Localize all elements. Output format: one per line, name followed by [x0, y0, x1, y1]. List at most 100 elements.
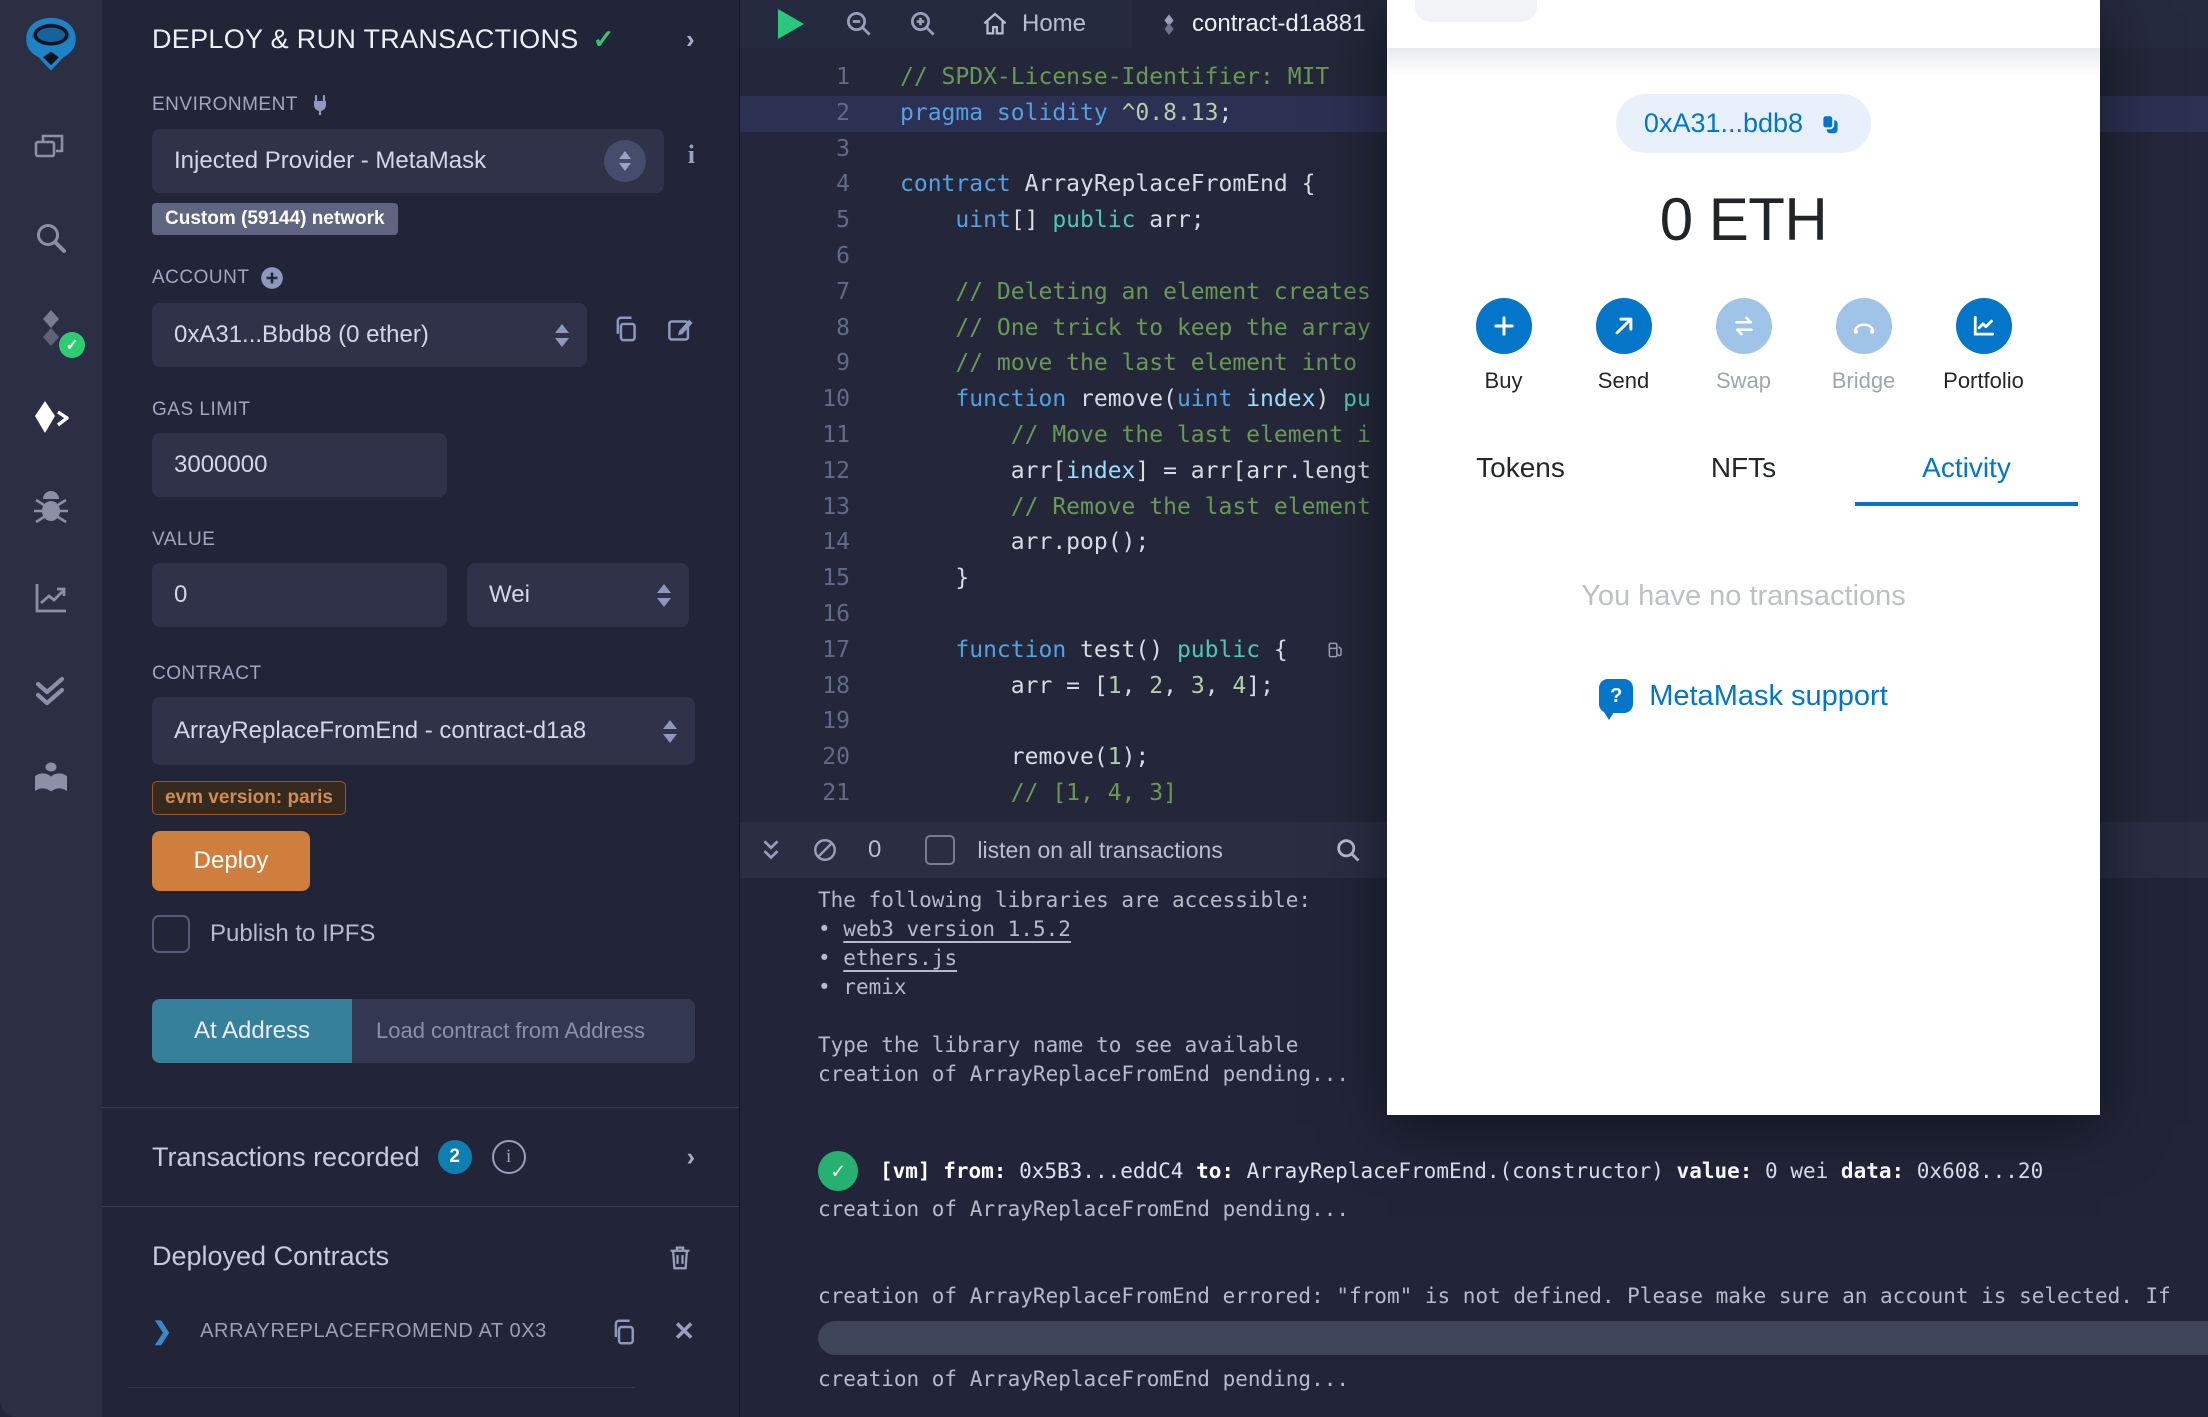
line-number: 19: [822, 708, 850, 735]
terminal-scrollbar[interactable]: [818, 1321, 2208, 1355]
line-number: 13: [822, 493, 850, 520]
expand-terminal-icon[interactable]: [758, 837, 784, 863]
at-address-button[interactable]: At Address: [152, 999, 352, 1063]
transactions-expand-icon[interactable]: [687, 1143, 695, 1172]
solidity-file-icon: [1164, 14, 1174, 35]
deployed-contract-name: ARRAYREPLACEFROMEND AT 0X3: [200, 1320, 547, 1342]
gas-estimate-icon: [1326, 640, 1346, 660]
line-number: 14: [822, 529, 850, 556]
line-number: 11: [822, 421, 850, 448]
tab-home[interactable]: Home: [980, 0, 1112, 48]
line-number: 6: [836, 242, 850, 269]
add-account-icon[interactable]: [259, 265, 285, 291]
value-input[interactable]: 0: [152, 563, 447, 627]
tab-nfts[interactable]: NFTs: [1632, 452, 1855, 506]
divider: [102, 1107, 739, 1108]
clear-terminal-icon[interactable]: [812, 837, 838, 863]
sign-message-icon[interactable]: [665, 314, 695, 344]
contract-label: CONTRACT: [152, 663, 262, 684]
publish-ipfs-checkbox[interactable]: [152, 915, 190, 953]
home-icon: [983, 12, 1007, 35]
metamask-support-link[interactable]: MetaMask support: [1387, 679, 2100, 720]
zoom-in-icon[interactable]: [908, 9, 938, 39]
buy-button[interactable]: Buy: [1460, 298, 1548, 394]
expand-contract-icon[interactable]: [152, 1317, 172, 1346]
line-number: 16: [822, 600, 850, 627]
value-label: VALUE: [152, 529, 216, 550]
bridge-icon: [1835, 298, 1892, 354]
listen-all-label: listen on all transactions: [977, 836, 1223, 863]
send-arrow-icon: [1595, 298, 1652, 354]
tab-tokens[interactable]: Tokens: [1409, 452, 1632, 506]
environment-value: Injected Provider - MetaMask: [174, 147, 487, 174]
panel-check-icon: [593, 24, 615, 55]
listen-all-checkbox[interactable]: [925, 835, 956, 865]
zoom-out-icon[interactable]: [844, 9, 874, 39]
line-number: 5: [836, 207, 850, 234]
debugger-icon[interactable]: [27, 484, 75, 532]
account-label: ACCOUNT: [152, 267, 250, 288]
analytics-icon[interactable]: [27, 574, 75, 622]
line-number: 18: [822, 672, 850, 699]
transactions-info-icon[interactable]: [491, 1140, 526, 1174]
line-number: 7: [836, 278, 850, 305]
divider: [128, 1387, 635, 1388]
gas-limit-value: 3000000: [174, 451, 268, 478]
metamask-actions: Buy Send Swap Bridge Portfolio: [1387, 298, 2100, 394]
remove-contract-icon[interactable]: [673, 1316, 695, 1347]
file-explorer-icon[interactable]: [27, 124, 75, 172]
network-pill[interactable]: [1415, 0, 1537, 22]
deploy-run-panel: DEPLOY & RUN TRANSACTIONS ENVIRONMENT In…: [102, 0, 740, 1417]
portfolio-chart-icon: [1955, 298, 2012, 354]
at-address-input[interactable]: Load contract from Address: [352, 999, 695, 1063]
environment-info-icon[interactable]: [688, 140, 695, 170]
network-badge: Custom (59144) network: [152, 203, 398, 235]
swap-button[interactable]: Swap: [1700, 298, 1788, 394]
deployed-contract-row[interactable]: ARRAYREPLACEFROMEND AT 0X3: [152, 1316, 695, 1347]
solidity-compiler-icon[interactable]: [27, 304, 85, 358]
contract-value: ArrayReplaceFromEnd - contract-d1a8: [174, 717, 587, 744]
action-label: Swap: [1715, 368, 1772, 393]
copy-account-icon[interactable]: [611, 314, 641, 344]
empty-transactions-text: You have no transactions: [1581, 580, 1906, 612]
terminal-search-icon[interactable]: [1334, 836, 1362, 864]
line-number: 21: [822, 779, 850, 806]
line-number: 3: [836, 135, 850, 162]
static-analysis-icon[interactable]: [27, 664, 75, 712]
remix-logo-icon[interactable]: [15, 10, 87, 82]
panel-expand-icon[interactable]: [686, 24, 695, 55]
terminal-log-line: creation of ArrayReplaceFromEnd pending.…: [818, 1197, 1350, 1221]
deploy-button[interactable]: Deploy: [152, 831, 310, 891]
contract-select[interactable]: ArrayReplaceFromEnd - contract-d1a8: [152, 697, 695, 765]
deploy-run-icon[interactable]: [27, 394, 75, 442]
account-address-pill[interactable]: 0xA31...bdb8: [1615, 94, 1872, 153]
value-unit-select[interactable]: Wei: [467, 563, 689, 627]
metamask-header: [1387, 0, 2100, 76]
trash-icon[interactable]: [665, 1242, 695, 1272]
eth-balance: 0 ETH: [1659, 186, 1828, 253]
run-script-icon[interactable]: [778, 9, 804, 39]
gas-limit-input[interactable]: 3000000: [152, 433, 447, 497]
evm-version-badge: evm version: paris: [152, 781, 346, 815]
metamask-popup: 0xA31...bdb8 0 ETH Buy Send Swap Bridge Port…: [1387, 0, 2100, 1115]
account-value: 0xA31...Bbdb8 (0 ether): [174, 321, 429, 348]
copy-address-icon[interactable]: [609, 1317, 639, 1347]
line-number: 1: [836, 64, 850, 90]
environment-select[interactable]: Injected Provider - MetaMask: [152, 129, 664, 193]
portfolio-button[interactable]: Portfolio: [1940, 298, 2028, 394]
pending-tx-count: 0: [868, 836, 882, 863]
plugin-manager-icon[interactable]: [27, 754, 75, 802]
account-select[interactable]: 0xA31...Bbdb8 (0 ether): [152, 303, 588, 367]
value-unit: Wei: [489, 581, 530, 608]
action-label: Bridge: [1831, 368, 1896, 393]
bridge-button[interactable]: Bridge: [1820, 298, 1908, 394]
success-check-icon: [818, 1151, 858, 1191]
tab-activity[interactable]: Activity: [1855, 452, 2078, 506]
transactions-count-badge: 2: [437, 1140, 472, 1174]
support-question-icon: [1599, 679, 1634, 720]
search-icon[interactable]: [27, 214, 75, 262]
send-button[interactable]: Send: [1580, 298, 1668, 394]
environment-label: ENVIRONMENT: [152, 94, 298, 115]
